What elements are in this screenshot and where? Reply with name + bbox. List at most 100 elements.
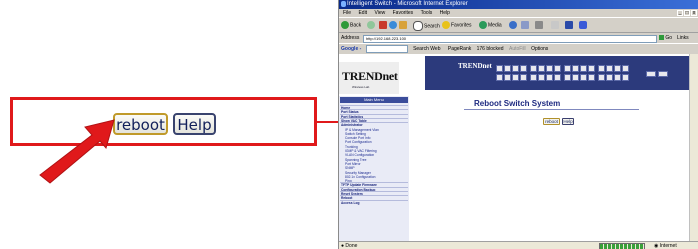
menu-help[interactable]: Help — [440, 10, 450, 16]
help-button[interactable]: Help — [562, 118, 574, 125]
refresh-icon — [389, 21, 397, 29]
edit-button[interactable] — [551, 21, 560, 30]
switch-port — [496, 65, 503, 72]
switch-port — [564, 74, 571, 81]
history-icon — [509, 21, 517, 29]
switch-port — [546, 65, 553, 72]
main-menu-header: Main Menu — [340, 97, 408, 103]
menu-view[interactable]: View — [374, 10, 385, 16]
stop-icon — [379, 21, 387, 29]
browser-toolbar: Back Search Favorites Media — [339, 17, 698, 33]
favorites-star-icon — [442, 21, 450, 29]
help-button-zoomed[interactable]: Help — [173, 113, 216, 135]
switch-port — [614, 74, 621, 81]
go-button[interactable]: Go — [659, 33, 672, 43]
switch-port — [546, 74, 553, 81]
switch-uplink-port — [658, 71, 668, 77]
trendnet-logo: TRENDnet — [342, 69, 398, 83]
print-button[interactable] — [535, 21, 544, 30]
switch-port — [598, 65, 605, 72]
sidebar-item[interactable]: Access Log — [341, 201, 360, 205]
menu-tools[interactable]: Tools — [421, 10, 433, 16]
window-title-bar: Intelligent Switch - Microsoft Internet … — [339, 0, 698, 9]
switch-port — [580, 74, 587, 81]
internet-globe-icon: ◉ — [654, 243, 659, 249]
home-icon — [399, 21, 407, 29]
reboot-button[interactable]: reboot — [543, 118, 560, 125]
internet-zone: ◉ Internet — [654, 243, 677, 249]
switch-port — [530, 65, 537, 72]
forward-arrow-icon — [367, 21, 375, 29]
switch-port — [622, 65, 629, 72]
back-button[interactable]: Back — [341, 21, 361, 30]
switch-port — [512, 65, 519, 72]
search-icon — [413, 21, 423, 31]
switch-port — [504, 65, 511, 72]
google-search-input[interactable] — [365, 44, 408, 53]
switch-port — [606, 65, 613, 72]
logo-tagline: Wireless Lab — [352, 85, 370, 89]
switch-port — [588, 74, 595, 81]
address-input[interactable]: http://192.168.223.100 — [363, 35, 657, 43]
menu-favorites[interactable]: Favorites — [393, 10, 414, 16]
google-search-web-button[interactable]: Search Web — [413, 46, 440, 52]
switch-port — [554, 74, 561, 81]
vertical-scrollbar[interactable] — [689, 54, 698, 241]
switch-port — [614, 65, 621, 72]
discuss-button[interactable] — [565, 21, 574, 30]
media-button[interactable]: Media — [479, 21, 502, 30]
switch-port — [504, 74, 511, 81]
mail-button[interactable] — [521, 21, 530, 30]
switch-port — [572, 74, 579, 81]
sidebar-divider — [340, 186, 408, 188]
sidebar-divider — [340, 182, 408, 184]
home-button[interactable] — [399, 21, 408, 30]
switch-port — [588, 65, 595, 72]
window-title: Intelligent Switch - Microsoft Internet … — [347, 1, 468, 7]
stop-button[interactable] — [379, 21, 388, 30]
popup-blocked-button[interactable]: 176 blocked — [477, 46, 504, 52]
menu-edit[interactable]: Edit — [358, 10, 367, 16]
switch-port — [538, 65, 545, 72]
page-title: Reboot Switch System — [474, 99, 561, 108]
web-page: TRENDnet Wireless Lab TRENDnet Main Menu… — [339, 54, 689, 241]
pointer-arrow-icon — [39, 119, 115, 184]
ie-logo-icon — [341, 1, 346, 7]
switch-port — [598, 74, 605, 81]
sidebar-divider — [340, 191, 408, 192]
google-brand[interactable]: Google - — [341, 46, 361, 52]
google-options-button[interactable]: Options — [531, 46, 548, 52]
switch-port — [622, 74, 629, 81]
messenger-icon — [579, 21, 587, 29]
sidebar-divider — [340, 117, 408, 119]
messenger-button[interactable] — [579, 21, 588, 30]
sidebar-divider — [340, 195, 408, 197]
search-button[interactable]: Search — [413, 21, 440, 31]
switch-port — [496, 74, 503, 81]
go-arrow-icon — [659, 35, 664, 41]
sidebar-divider — [340, 122, 408, 124]
sidebar-divider — [340, 109, 408, 111]
back-arrow-icon — [341, 21, 349, 29]
media-icon — [479, 21, 487, 29]
globe-done-icon: ● — [341, 243, 345, 249]
edit-page-icon — [551, 21, 559, 29]
pagerank-indicator: PageRank — [447, 46, 472, 52]
links-button[interactable]: Links — [677, 33, 689, 43]
autofill-button[interactable]: AutoFill — [509, 46, 526, 52]
status-text: Done — [345, 243, 358, 249]
address-label: Address — [341, 35, 360, 41]
switch-brand-label: TRENDnet — [458, 62, 492, 70]
status-bar: ● Done ◉ Internet — [339, 241, 698, 249]
menu-file[interactable]: File — [343, 10, 351, 16]
progress-bar — [599, 243, 645, 249]
discuss-icon — [565, 21, 573, 29]
switch-port — [554, 65, 561, 72]
sidebar-divider — [340, 113, 408, 115]
switch-port — [564, 65, 571, 72]
forward-button[interactable] — [367, 21, 376, 30]
refresh-button[interactable] — [389, 21, 398, 30]
history-button[interactable] — [509, 21, 518, 30]
mail-icon — [521, 21, 529, 29]
favorites-button[interactable]: Favorites — [442, 21, 472, 30]
